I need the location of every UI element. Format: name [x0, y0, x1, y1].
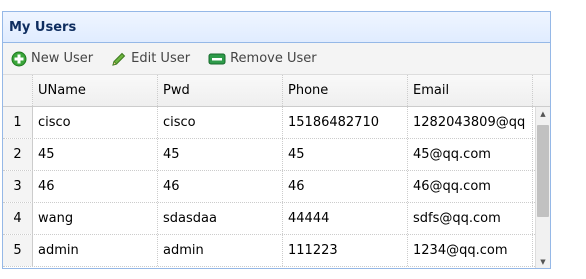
column-header-phone[interactable]: Phone — [283, 75, 408, 106]
cell-email[interactable]: 46@qq.com — [408, 171, 533, 202]
plus-circle-icon — [11, 51, 27, 66]
header-spacer — [533, 75, 550, 106]
pencil-icon — [112, 52, 126, 66]
table-row[interactable]: 3 46 46 46 46@qq.com — [3, 171, 535, 203]
table-row[interactable]: 5 admin admin 111223 1234@qq.com — [3, 235, 535, 267]
cell-uname[interactable]: wang — [33, 203, 158, 234]
column-header-uname[interactable]: UName — [33, 75, 158, 106]
new-user-button[interactable]: New User — [11, 51, 93, 67]
rownumber-header — [3, 75, 33, 106]
users-panel: My Users New User Edit User Remove User — [2, 11, 551, 269]
cell-pwd[interactable]: admin — [158, 235, 283, 266]
column-header-pwd[interactable]: Pwd — [158, 75, 283, 106]
grid-header: UName Pwd Phone Email — [3, 75, 550, 107]
row-number: 4 — [3, 203, 33, 234]
cell-phone[interactable]: 45 — [283, 139, 408, 170]
cell-pwd[interactable]: 45 — [158, 139, 283, 170]
cell-phone[interactable]: 44444 — [283, 203, 408, 234]
cell-email[interactable]: sdfs@qq.com — [408, 203, 533, 234]
cell-phone[interactable]: 111223 — [283, 235, 408, 266]
edit-user-button[interactable]: Edit User — [111, 51, 190, 67]
cell-email[interactable]: 1282043809@qq — [408, 107, 533, 138]
row-number: 2 — [3, 139, 33, 170]
scrollbar-thumb[interactable] — [537, 125, 549, 217]
table-row[interactable]: 2 45 45 45 45@qq.com — [3, 139, 535, 171]
remove-user-button[interactable]: Remove User — [208, 51, 317, 67]
cell-pwd[interactable]: 46 — [158, 171, 283, 202]
new-user-label: New User — [31, 51, 94, 66]
cell-uname[interactable]: admin — [33, 235, 158, 266]
users-grid: UName Pwd Phone Email 1 cisco cisco 1518… — [3, 75, 550, 268]
scroll-down-arrow-icon[interactable]: ▼ — [536, 255, 550, 268]
cell-pwd[interactable]: sdasdaa — [158, 203, 283, 234]
cell-email[interactable]: 1234@qq.com — [408, 235, 533, 266]
panel-title: My Users — [9, 19, 77, 35]
remove-user-label: Remove User — [230, 51, 317, 66]
cell-email[interactable]: 45@qq.com — [408, 139, 533, 170]
cell-phone[interactable]: 46 — [283, 171, 408, 202]
cell-pwd[interactable]: cisco — [158, 107, 283, 138]
vertical-scrollbar[interactable]: ▲ ▼ — [535, 107, 550, 268]
cell-uname[interactable]: cisco — [33, 107, 158, 138]
scroll-up-arrow-icon[interactable]: ▲ — [536, 107, 550, 121]
panel-header: My Users — [3, 12, 550, 43]
row-number: 1 — [3, 107, 33, 138]
column-header-email[interactable]: Email — [408, 75, 533, 106]
table-row[interactable]: 1 cisco cisco 15186482710 1282043809@qq — [3, 107, 535, 139]
cell-uname[interactable]: 46 — [33, 171, 158, 202]
edit-user-label: Edit User — [131, 51, 191, 66]
minus-box-icon — [208, 53, 226, 64]
table-row[interactable]: 4 wang sdasdaa 44444 sdfs@qq.com — [3, 203, 535, 235]
grid-body: 1 cisco cisco 15186482710 1282043809@qq … — [3, 107, 535, 268]
row-number: 3 — [3, 171, 33, 202]
cell-phone[interactable]: 15186482710 — [283, 107, 408, 138]
cell-uname[interactable]: 45 — [33, 139, 158, 170]
row-number: 5 — [3, 235, 33, 266]
toolbar: New User Edit User Remove User — [3, 43, 550, 75]
